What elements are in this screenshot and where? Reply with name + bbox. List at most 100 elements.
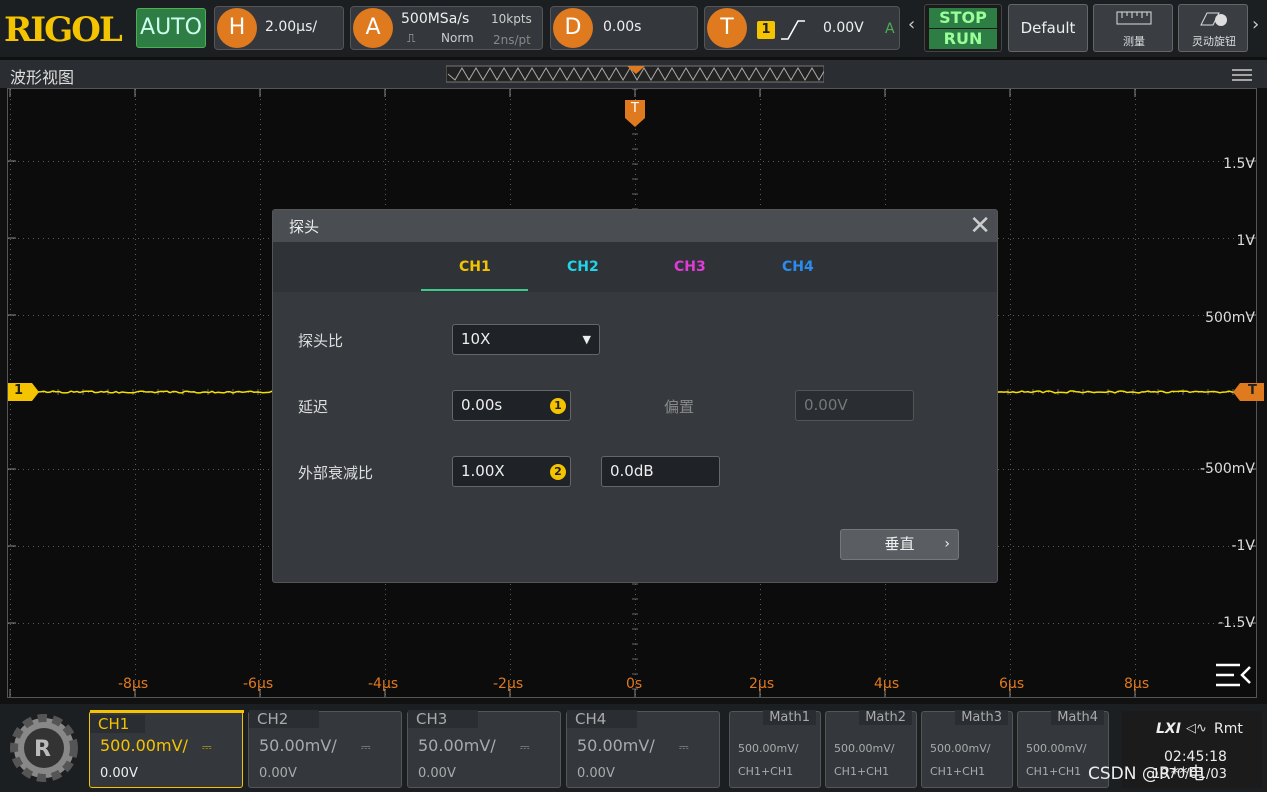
measure-label: 测量 [1094, 33, 1174, 49]
acquire-mode: Norm [441, 31, 474, 45]
math2-box[interactable]: Math2 500.00mV/ CH1+CH1 [825, 711, 917, 788]
math1-scale: 500.00mV/ [738, 742, 798, 755]
rigol-gear-logo[interactable]: R [6, 710, 82, 786]
ch4-scale: 50.00mV/ [577, 736, 655, 755]
probe-ratio-label: 探头比 [298, 330, 343, 351]
math4-scale: 500.00mV/ [1026, 742, 1086, 755]
channel-tabs: CH1 CH2 CH3 CH4 [273, 242, 997, 292]
probe-ratio-value: 10X [461, 330, 490, 348]
ch4-name: CH4 [567, 710, 637, 728]
chevron-left-icon[interactable]: ‹ [908, 14, 915, 35]
delay-label: 延迟 [298, 396, 328, 417]
measure-button[interactable]: 测量 [1093, 4, 1173, 52]
chevron-right-icon[interactable]: › [1252, 14, 1259, 35]
trigger-position-marker[interactable]: T [625, 100, 645, 118]
ch3-scale: 50.00mV/ [418, 736, 496, 755]
math1-box[interactable]: Math1 500.00mV/ CH1+CH1 [729, 711, 821, 788]
x-label-4: 0s [626, 676, 642, 692]
trigger-sweep: A [885, 21, 895, 37]
ch4-box[interactable]: CH4 50.00mV/ ⎓ 0.00V [566, 711, 720, 788]
trigger-panel[interactable]: T 1 0.00V A [704, 6, 900, 50]
default-button[interactable]: Default [1008, 4, 1088, 52]
tab-ch2[interactable]: CH2 [567, 259, 599, 275]
sample-interval: 2ns/pt [493, 33, 531, 47]
knob-2-icon: 2 [550, 464, 566, 480]
trigger-icon: T [707, 8, 747, 48]
active-tab-underline [421, 289, 528, 291]
trigger-source-badge: 1 [757, 21, 775, 39]
probe-dialog: 探头 ✕ CH1 CH2 CH3 CH4 探头比 10X ▼ 延迟 0.00s … [272, 209, 998, 583]
tab-ch3[interactable]: CH3 [674, 259, 706, 275]
close-icon[interactable]: ✕ [969, 210, 991, 242]
y-label-6: -1.5V [1218, 615, 1255, 631]
trigger-level-marker[interactable]: T [1240, 383, 1264, 401]
trigger-position-arrow [625, 118, 645, 127]
acquire-panel[interactable]: A 500MSa/s 10kpts ⎍ Norm 2ns/pt [350, 6, 543, 50]
menu-icon[interactable] [1232, 69, 1252, 81]
multi-knob-button[interactable]: 灵动旋钮 [1178, 4, 1248, 52]
math3-box[interactable]: Math3 500.00mV/ CH1+CH1 [921, 711, 1013, 788]
ch1-box[interactable]: CH1 500.00mV/ ⎓ 0.00V [89, 711, 243, 788]
acquire-icon: A [353, 8, 393, 48]
math2-scale: 500.00mV/ [834, 742, 894, 755]
dc-coupling-icon: ⎓ [679, 740, 689, 755]
run-stop-button[interactable]: STOP RUN [924, 4, 1002, 52]
vertical-button[interactable]: 垂直 › [840, 529, 959, 560]
y-label-0: 1.5V [1223, 156, 1255, 172]
collapse-menu-icon[interactable] [1214, 662, 1254, 688]
tab-ch4[interactable]: CH4 [782, 259, 814, 275]
ch1-marker-arrow [32, 383, 39, 401]
delay-input-value: 0.00s [461, 396, 502, 414]
bottom-channel-bar: R CH1 500.00mV/ ⎓ 0.00V CH2 50.00mV/ ⎓ 0… [0, 704, 1267, 792]
ruler-icon [1116, 11, 1152, 25]
math3-source: CH1+CH1 [930, 765, 985, 778]
svg-text:R: R [34, 737, 51, 762]
attenuation-input[interactable]: 1.00X 2 [452, 456, 571, 487]
auto-button[interactable]: AUTO [136, 8, 206, 48]
sound-icon: ◁∿ [1186, 721, 1207, 736]
timebase-value: 2.00μs/ [265, 19, 317, 35]
ch2-offset: 0.00V [259, 766, 297, 781]
knob-icon [1199, 9, 1229, 29]
math3-scale: 500.00mV/ [930, 742, 990, 755]
dialog-header: 探头 ✕ [273, 210, 997, 242]
offset-input: 0.00V [795, 390, 914, 421]
waveform-title-bar: 波形视图 [0, 60, 1267, 88]
math3-name: Math3 [955, 710, 1008, 725]
ch2-scale: 50.00mV/ [259, 736, 337, 755]
attenuation-db-input[interactable]: 0.0dB [601, 456, 720, 487]
sample-rate: 500MSa/s [401, 11, 469, 27]
delay-panel[interactable]: D 0.00s [550, 6, 698, 50]
delay-value: 0.00s [603, 19, 641, 35]
dc-coupling-icon: ⎓ [202, 740, 212, 755]
horizontal-icon: H [217, 8, 257, 48]
trigger-level: 0.00V [823, 20, 864, 36]
attenuation-value: 1.00X [461, 462, 505, 480]
top-status-bar: RIGOL AUTO H 2.00μs/ A 500MSa/s 10kpts ⎍… [0, 0, 1267, 57]
ch2-box[interactable]: CH2 50.00mV/ ⎓ 0.00V [248, 711, 402, 788]
delay-icon: D [553, 8, 593, 48]
y-label-4: -500mV [1200, 461, 1255, 477]
math1-name: Math1 [763, 710, 816, 725]
y-label-1: 1V [1237, 233, 1255, 249]
dropdown-arrow-icon: ▼ [583, 325, 591, 354]
x-label-2: -4μs [368, 676, 398, 692]
horizontal-panel[interactable]: H 2.00μs/ [214, 6, 344, 50]
x-label-6: 4μs [874, 676, 899, 692]
ch1-marker[interactable]: 1 [8, 383, 32, 401]
ch4-offset: 0.00V [577, 766, 615, 781]
ch3-name: CH3 [408, 710, 478, 728]
dc-coupling-icon: ⎓ [361, 740, 371, 755]
memory-overview[interactable] [446, 64, 824, 84]
tab-ch1[interactable]: CH1 [459, 259, 491, 275]
delay-input[interactable]: 0.00s 1 [452, 390, 571, 421]
lxi-icon: LXI [1156, 721, 1181, 737]
ch3-box[interactable]: CH3 50.00mV/ ⎓ 0.00V [407, 711, 561, 788]
pulse-icon: ⎍ [407, 31, 415, 46]
x-label-1: -6μs [243, 676, 273, 692]
probe-ratio-select[interactable]: 10X ▼ [452, 324, 600, 355]
dc-coupling-icon: ⎓ [520, 740, 530, 755]
math2-name: Math2 [859, 710, 912, 725]
ch1-scale: 500.00mV/ [100, 736, 188, 755]
rising-edge-icon [779, 17, 807, 43]
